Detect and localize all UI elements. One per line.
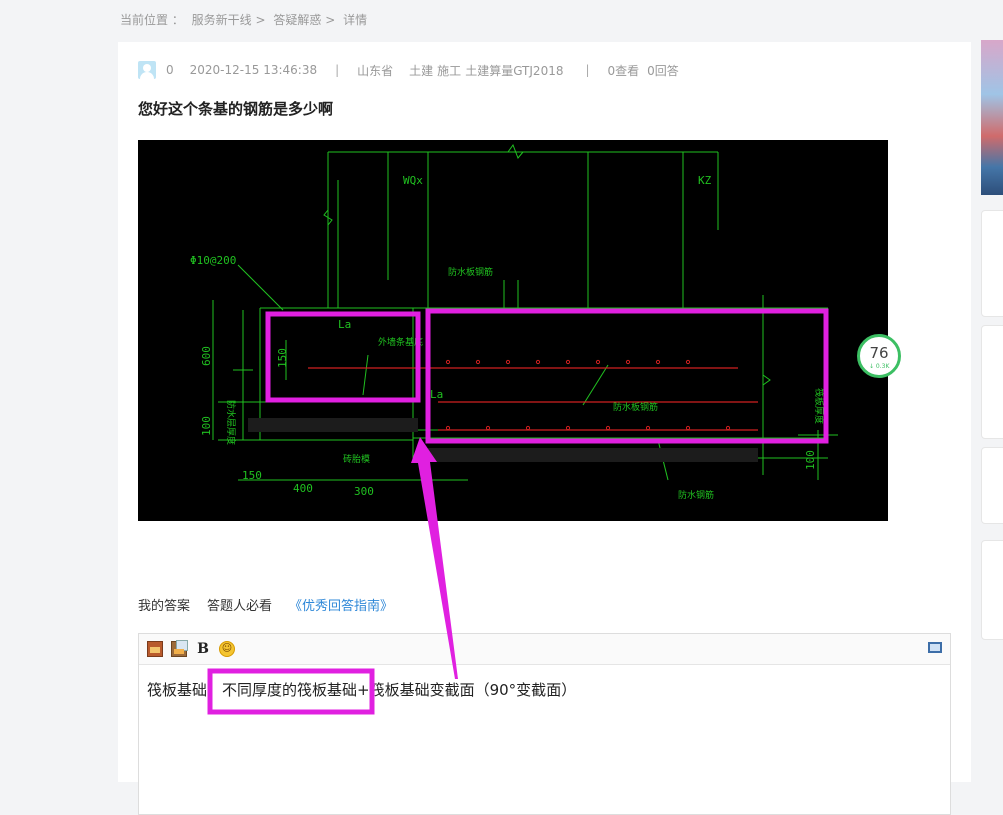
dim-150: 150 <box>276 348 289 368</box>
note-label: 砖胎模 <box>343 453 370 465</box>
breadcrumb-separator: > <box>325 13 336 27</box>
editor-text: +筏板基础变截面（90°变截面） <box>357 681 577 699</box>
view-count: 0查看 <box>607 63 640 78</box>
question-meta: 0 2020-12-15 13:46:38 | 山东省 土建 施工 土建算量GT… <box>138 60 679 80</box>
tag[interactable]: 土建 <box>409 62 433 79</box>
label-la: La <box>430 388 443 401</box>
meta-divider: | <box>335 63 340 77</box>
answer-editor[interactable]: B ☺ 筏板基础，不同厚度的筏板基础+筏板基础变截面（90°变截面） <box>138 633 951 815</box>
promo-banner[interactable] <box>981 40 1003 195</box>
dim-100: 100 <box>200 416 213 436</box>
cad-drawing-image[interactable]: WQx KZ Φ10@200 La La 150 400 300 600 150… <box>138 140 888 521</box>
note-label: 外墙条基底 <box>378 336 423 348</box>
user-count: 0 <box>166 63 174 77</box>
breadcrumb-item-qa[interactable]: 答疑解惑 <box>273 13 321 27</box>
tag[interactable]: 土建算量GTJ2018 <box>465 62 563 79</box>
side-card[interactable] <box>981 325 1003 439</box>
label-wqx: WQx <box>403 174 423 187</box>
image-gallery-icon[interactable] <box>171 640 188 657</box>
dim-300: 300 <box>354 485 374 498</box>
answer-tabs: 我的答案 答题人必看 《优秀回答指南》 <box>138 595 393 614</box>
emoji-icon[interactable]: ☺ <box>219 641 235 657</box>
side-card[interactable] <box>981 447 1003 524</box>
side-card[interactable] <box>981 210 1003 317</box>
breadcrumb: 当前位置 ： 服务新干线 > 答疑解惑 > 详情 <box>120 11 371 28</box>
side-card[interactable] <box>981 540 1003 640</box>
avatar[interactable] <box>138 61 156 79</box>
label-rebar: Φ10@200 <box>190 254 236 267</box>
guide-link[interactable]: 《优秀回答指南》 <box>289 595 393 614</box>
note-label: 防水板钢筋 <box>613 401 658 413</box>
image-icon[interactable] <box>147 641 163 657</box>
score-badge[interactable]: 76 ↓ 0.3K <box>857 334 901 378</box>
fullscreen-icon[interactable] <box>928 642 942 653</box>
breadcrumb-separator: > <box>255 13 266 27</box>
editor-content[interactable]: 筏板基础，不同厚度的筏板基础+筏板基础变截面（90°变截面） <box>139 665 950 714</box>
question-datetime: 2020-12-15 13:46:38 <box>189 63 318 77</box>
note-label: 防水钢筋 <box>678 489 714 501</box>
score-value: 76 <box>869 344 889 362</box>
question-title: 您好这个条基的钢筋是多少啊 <box>138 100 334 118</box>
dim-400: 400 <box>293 482 313 495</box>
breadcrumb-prefix: 当前位置 ： <box>120 13 184 27</box>
region: 山东省 <box>357 63 394 78</box>
note-label: 防水层厚度 <box>225 400 237 445</box>
label-kz: KZ <box>698 174 712 187</box>
editor-toolbar: B ☺ <box>139 634 950 665</box>
answer-count: 0回答 <box>647 63 679 78</box>
dim-100: 100 <box>804 450 817 470</box>
question-card: 0 2020-12-15 13:46:38 | 山东省 土建 施工 土建算量GT… <box>118 42 971 815</box>
editor-text: ，不同厚度的筏板基础 <box>207 681 358 699</box>
breadcrumb-item-service[interactable]: 服务新干线 <box>192 13 252 27</box>
breadcrumb-item-detail: 详情 <box>343 13 368 27</box>
note-label: 防水板钢筋 <box>448 266 493 278</box>
note-label: 筏板厚度 <box>813 388 825 424</box>
tab-must-read[interactable]: 答题人必看 <box>207 595 272 614</box>
cad-drawing: WQx KZ Φ10@200 La La 150 400 300 600 150… <box>190 143 838 501</box>
dim-600: 600 <box>200 346 213 366</box>
tab-my-answer[interactable]: 我的答案 <box>138 595 190 614</box>
tag[interactable]: 施工 <box>437 62 461 79</box>
bold-icon[interactable]: B <box>195 641 211 657</box>
meta-divider: | <box>585 63 590 77</box>
label-la: La <box>338 318 351 331</box>
score-sub: ↓ 0.3K <box>869 363 890 370</box>
editor-text: 筏板基础 <box>147 681 208 699</box>
dim-150: 150 <box>242 469 262 482</box>
